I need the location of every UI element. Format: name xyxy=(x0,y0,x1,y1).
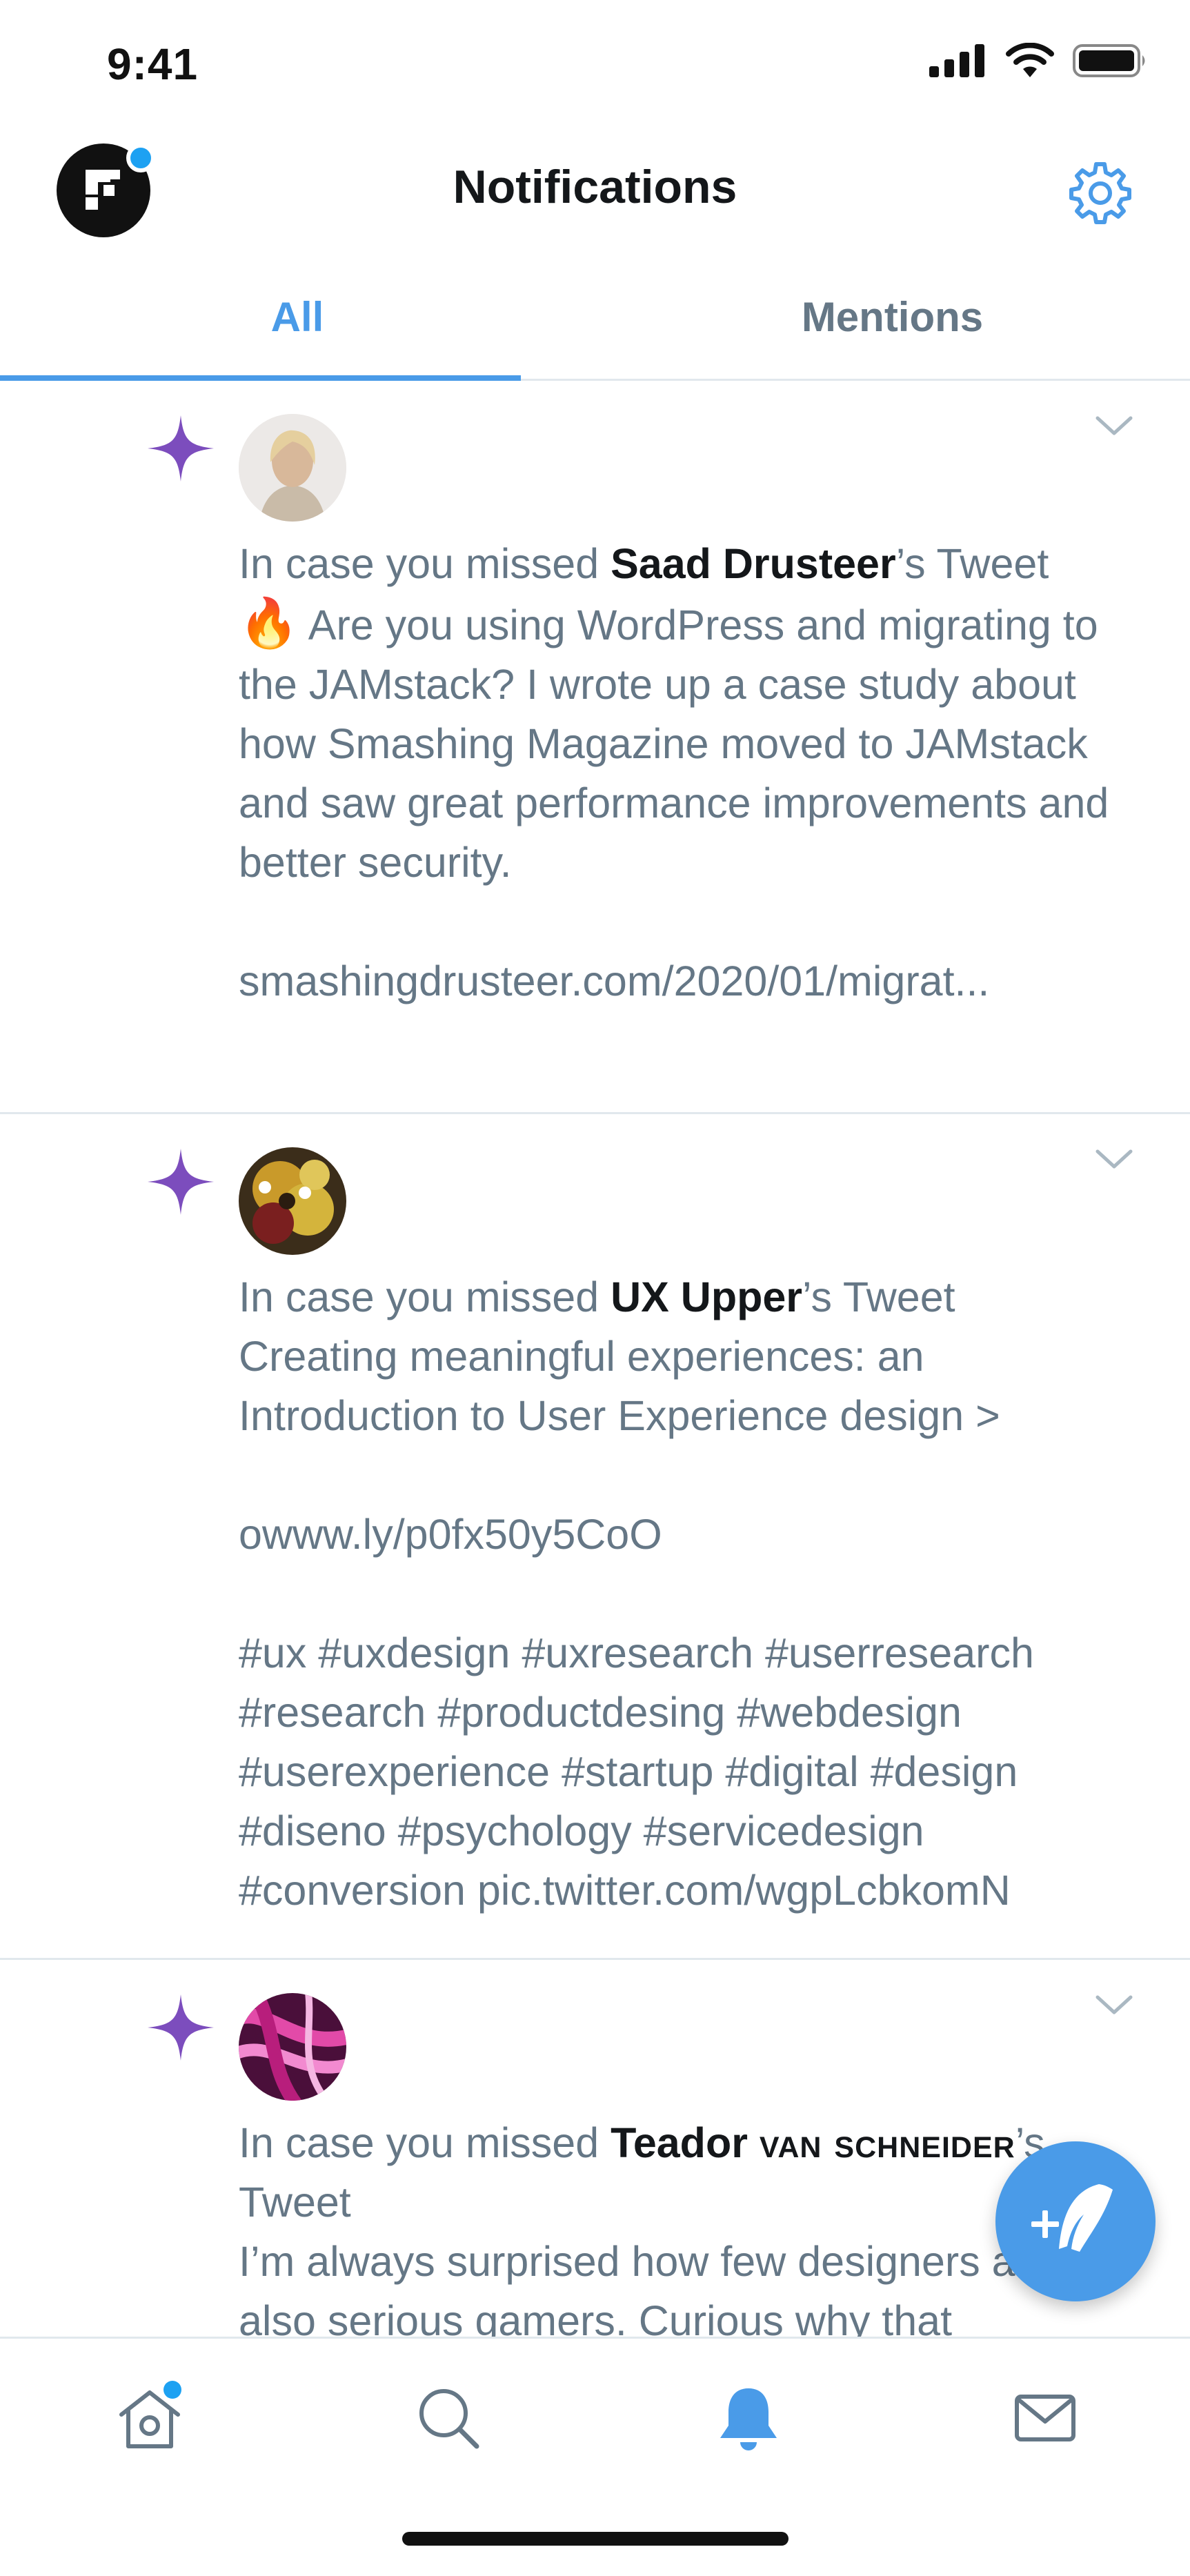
sparkle-icon xyxy=(148,1994,214,2061)
fire-emoji: 🔥 xyxy=(239,596,299,650)
tab-notifications[interactable] xyxy=(711,2380,786,2456)
tweet-body[interactable]: 🔥 Are you using WordPress and migrating … xyxy=(239,593,1136,1011)
sparkle-icon xyxy=(148,415,214,482)
search-icon xyxy=(419,2389,479,2449)
tweet-text: Are you using WordPress and migrating to… xyxy=(239,602,1109,1004)
tab-messages[interactable] xyxy=(1007,2380,1083,2456)
notification-headline: In case you missed UX Upper’s Tweet xyxy=(239,1267,1136,1327)
avatar[interactable] xyxy=(239,414,346,522)
notification-headline: In case you missed Saad Drusteer’s Tweet xyxy=(239,534,1136,593)
home-indicator xyxy=(402,2532,789,2546)
page-title: Notifications xyxy=(453,161,737,213)
user-name[interactable]: UX Upper xyxy=(611,1274,802,1320)
notification-item[interactable]: In case you missed Saad Drusteer’s Tweet… xyxy=(0,381,1190,1114)
avatar-dragon-image xyxy=(239,1147,346,1255)
chevron-down-icon[interactable] xyxy=(1093,411,1135,439)
notification-text: In case you missed Saad Drusteer’s Tweet… xyxy=(239,534,1136,1011)
tab-search[interactable] xyxy=(410,2380,486,2456)
headline-prefix: In case you missed xyxy=(239,1274,611,1320)
user-name[interactable]: Saad Drusteer xyxy=(611,540,896,587)
settings-button[interactable] xyxy=(1066,159,1135,228)
status-icons xyxy=(929,43,1149,79)
avatar[interactable] xyxy=(239,1993,346,2101)
wifi-icon xyxy=(1006,43,1054,77)
tab-mentions[interactable]: Mentions xyxy=(595,262,1190,381)
avatar[interactable] xyxy=(239,1147,346,1255)
chevron-down-icon[interactable] xyxy=(1093,1145,1135,1172)
bell-icon xyxy=(720,2388,777,2450)
headline-suffix: ’s Tweet xyxy=(895,540,1049,587)
battery-icon xyxy=(1073,44,1145,77)
notification-item[interactable]: In case you missed UX Upper’s Tweet Crea… xyxy=(0,1114,1190,1960)
tab-selected-indicator xyxy=(0,375,521,381)
avatar-abstract-image xyxy=(239,1993,346,2101)
header: Notifications xyxy=(0,131,1190,262)
home-icon xyxy=(119,2381,181,2448)
user-name-surname[interactable]: van schneider xyxy=(760,2119,1015,2166)
cellular-signal-icon xyxy=(929,44,984,77)
headline-prefix: In case you missed xyxy=(239,540,611,587)
status-time: 9:41 xyxy=(107,39,199,89)
notification-feed[interactable]: In case you missed Saad Drusteer’s Tweet… xyxy=(0,381,1190,2337)
user-name[interactable]: Teador xyxy=(611,2119,760,2166)
headline-suffix: ’s Tweet xyxy=(802,1274,955,1320)
avatar-person-image xyxy=(239,414,346,522)
status-bar: 9:41 xyxy=(0,0,1190,131)
gear-icon xyxy=(1069,162,1131,224)
chevron-down-icon[interactable] xyxy=(1093,1990,1135,2018)
tab-home[interactable] xyxy=(112,2380,188,2456)
headline-prefix: In case you missed xyxy=(239,2119,611,2166)
tab-bar-top: All Mentions xyxy=(0,262,1190,381)
compose-tweet-button[interactable] xyxy=(995,2141,1156,2301)
notification-text: In case you missed UX Upper’s Tweet Crea… xyxy=(239,1267,1136,1920)
mail-icon xyxy=(1015,2395,1075,2441)
compose-tweet-icon xyxy=(1031,2184,1113,2252)
sparkle-icon xyxy=(148,1149,214,1215)
tweet-text[interactable]: Creating meaningful experiences: an Intr… xyxy=(239,1327,1136,1920)
tab-all[interactable]: All xyxy=(0,262,595,381)
